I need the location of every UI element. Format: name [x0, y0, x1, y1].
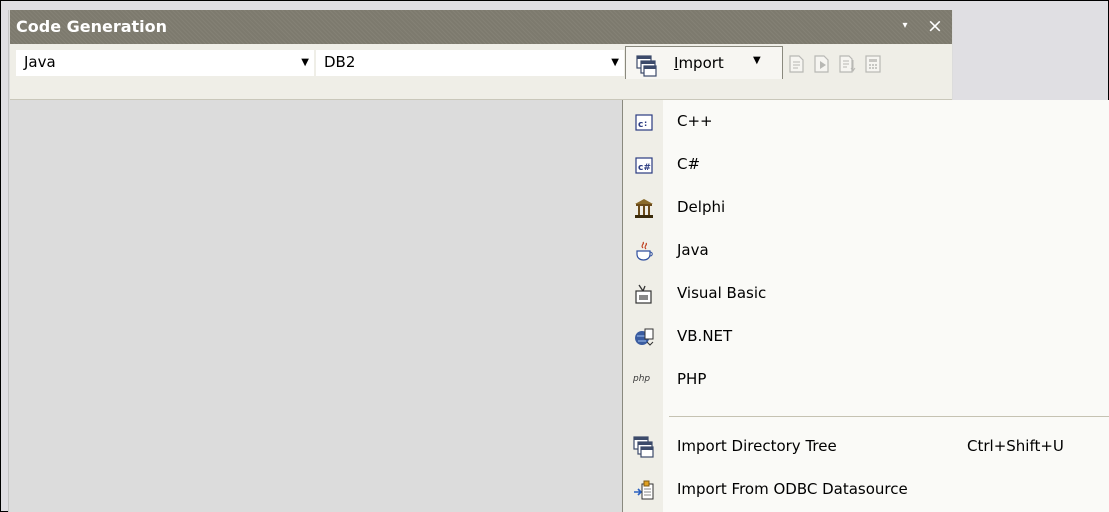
- java-icon: [633, 240, 655, 262]
- language-combo[interactable]: Java ▼: [16, 50, 314, 76]
- settings-icon: [863, 54, 883, 74]
- toolbar: Java ▼ DB2 ▼ Import ▼: [10, 44, 952, 100]
- menu-item-php[interactable]: php PHP: [623, 358, 1109, 401]
- menu-item-label: Delphi: [677, 198, 726, 216]
- menu-item-import-odbc[interactable]: Import From ODBC Datasource: [623, 468, 1109, 511]
- database-combo[interactable]: DB2 ▼: [316, 50, 624, 76]
- menu-item-java[interactable]: Java: [623, 229, 1109, 272]
- close-icon[interactable]: ×: [926, 16, 944, 36]
- menu-item-label: Import From ODBC Datasource: [677, 480, 908, 498]
- menu-item-label: C++: [677, 112, 713, 130]
- menu-item-label: VB.NET: [677, 327, 733, 345]
- chevron-down-icon[interactable]: ▼: [611, 54, 619, 72]
- panel-title: Code Generation: [16, 17, 168, 36]
- menu-item-shortcut: Ctrl+Shift+U: [967, 437, 1064, 455]
- menu-item-label: Java: [677, 241, 709, 259]
- synchronize-icon: [838, 54, 858, 74]
- import-tree-icon: [636, 55, 658, 81]
- menu-item-csharp[interactable]: c# C#: [623, 143, 1109, 186]
- menu-item-visual-basic[interactable]: Visual Basic: [623, 272, 1109, 315]
- cpp-icon: c:: [633, 111, 655, 133]
- panel-title-bar[interactable]: Code Generation ▾ ×: [10, 10, 952, 44]
- csharp-icon: c#: [633, 154, 655, 176]
- svg-text::: :: [644, 119, 647, 128]
- menu-item-label: PHP: [677, 370, 707, 388]
- generate-code-icon: [787, 54, 807, 74]
- svg-text:c: c: [638, 120, 643, 130]
- menu-separator: [669, 416, 1109, 417]
- menu-item-vbnet[interactable]: VB.NET: [623, 315, 1109, 358]
- visual-basic-icon: [633, 283, 655, 305]
- menu-item-label: Visual Basic: [677, 284, 767, 302]
- php-icon: php: [633, 374, 651, 384]
- chevron-down-icon: ▼: [753, 55, 761, 66]
- menu-item-import-directory-tree[interactable]: Import Directory Tree Ctrl+Shift+U: [623, 425, 1109, 468]
- database-combo-value: DB2: [324, 53, 356, 71]
- import-tree-icon: [633, 436, 655, 458]
- menu-item-delphi[interactable]: Delphi: [623, 186, 1109, 229]
- menu-item-label: Import Directory Tree: [677, 437, 837, 455]
- pin-dropdown-icon[interactable]: ▾: [896, 16, 914, 36]
- vbnet-icon: [633, 326, 655, 348]
- language-combo-value: Java: [24, 53, 56, 71]
- import-menu: c: C++ c# C# Delphi Java Visual Basic VB…: [622, 100, 1109, 512]
- menu-item-label: C#: [677, 155, 701, 173]
- menu-item-cpp[interactable]: c: C++: [623, 100, 1109, 143]
- import-button[interactable]: Import ▼: [625, 46, 783, 79]
- chevron-down-icon[interactable]: ▼: [301, 54, 309, 72]
- odbc-datasource-icon: [633, 479, 655, 501]
- svg-text:c#: c#: [638, 163, 651, 173]
- generate-all-icon: [812, 54, 832, 74]
- delphi-icon: [633, 197, 655, 219]
- import-button-label: Import: [674, 54, 724, 72]
